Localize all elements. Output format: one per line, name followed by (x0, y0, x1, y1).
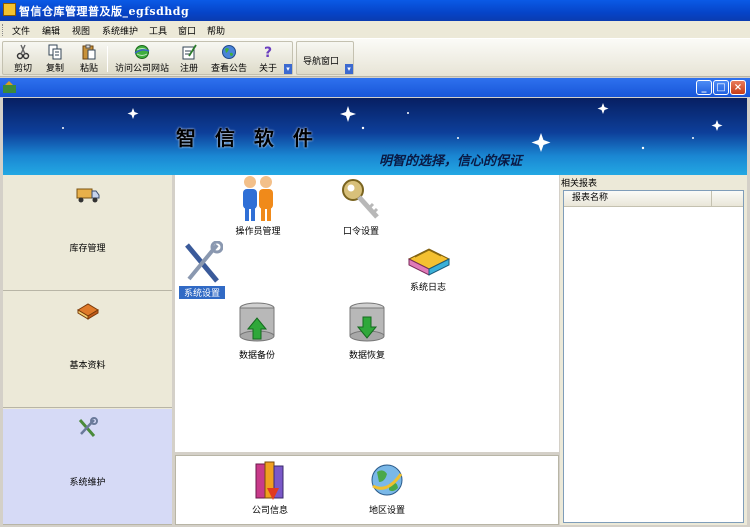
company-books-icon (255, 461, 284, 500)
banner-stars-decoration (62, 103, 723, 152)
related-reports-panel: 相关报表 报表名称 (560, 175, 747, 525)
key-icon (342, 179, 379, 219)
nav-label-system-maintenance: 系统维护 (69, 478, 106, 488)
bottom-icon-panel: 公司信息 地区设置 (175, 455, 559, 525)
operator-management-label: 操作员管理 (235, 227, 281, 237)
web-globe-icon (134, 45, 150, 59)
register-label: 注册 (179, 64, 198, 74)
region-settings-item[interactable]: 地区设置 (362, 460, 412, 516)
password-settings-label: 口令设置 (342, 227, 379, 237)
scissors-icon (16, 44, 30, 60)
window-title: 智信仓库管理普及版_egfsdhdg (19, 5, 190, 18)
cut-button[interactable]: 剪切 (9, 44, 37, 76)
view-announcement-label: 查看公告 (210, 64, 247, 74)
company-info-item[interactable]: 公司信息 (248, 460, 292, 516)
data-restore-label: 数据恢复 (348, 351, 385, 361)
announcement-globe-icon (222, 45, 236, 59)
brand-slogan: 明智的选择，信心的保证 (379, 154, 523, 169)
title-bar: 智信仓库管理普及版_egfsdhdg (0, 0, 750, 21)
toolbar-band-nav: 导航窗口 ▾ (296, 41, 354, 75)
operator-management-item[interactable]: 操作员管理 (227, 175, 289, 237)
register-button[interactable]: 注册 (175, 44, 203, 76)
toolbar-band-main: 剪切 复制 粘贴 访问公司网站 注册 查看公告 ? 关于 ▾ (2, 41, 293, 75)
paste-button[interactable]: 粘贴 (75, 44, 103, 76)
system-settings-item[interactable]: 系统设置 (179, 241, 225, 299)
visit-website-label: 访问公司网站 (114, 64, 169, 74)
system-log-item[interactable]: 系统日志 (403, 241, 453, 293)
company-info-label: 公司信息 (251, 506, 288, 516)
menu-view[interactable]: 视图 (72, 24, 90, 37)
region-globe-icon (371, 464, 403, 496)
menu-file[interactable]: 文件 (12, 24, 30, 37)
wrench-screwdriver-icon (185, 241, 223, 283)
copy-icon (48, 44, 62, 60)
report-name-column[interactable]: 报表名称 (564, 191, 712, 206)
toolbar-nav-chevron-icon[interactable]: ▾ (345, 64, 353, 74)
password-settings-item[interactable]: 口令设置 (335, 177, 387, 237)
tools-icon (78, 417, 98, 437)
mdi-child-bar: _ □ × (0, 78, 750, 97)
log-books-icon (407, 248, 451, 276)
brand-banner: 智 信 软 件 明智的选择，信心的保证 (3, 98, 747, 175)
menu-window[interactable]: 窗口 (178, 24, 196, 37)
data-restore-item[interactable]: 数据恢复 (341, 301, 393, 361)
reports-column-header: 报表名称 (564, 191, 743, 207)
book-icon (77, 303, 99, 320)
reports-listbox[interactable]: 报表名称 (563, 190, 744, 523)
nav-section-system-maintenance[interactable]: 系统维护 (3, 409, 172, 525)
svg-text:?: ? (264, 45, 272, 60)
menu-system-maintenance[interactable]: 系统维护 (102, 24, 138, 37)
app-icon (3, 3, 16, 16)
nav-section-inventory[interactable]: 库存管理 (3, 175, 172, 291)
view-announcement-button[interactable]: 查看公告 (207, 44, 251, 76)
close-button[interactable]: × (730, 80, 746, 95)
left-nav: 库存管理 基本资料 系统维护 (3, 175, 172, 525)
paste-label: 粘贴 (79, 64, 98, 74)
system-log-label: 系统日志 (409, 283, 446, 293)
copy-label: 复制 (45, 64, 64, 74)
menu-tools[interactable]: 工具 (149, 24, 167, 37)
about-button[interactable]: ? 关于 (255, 44, 281, 76)
minimize-button[interactable]: _ (696, 80, 712, 95)
database-restore-icon (349, 302, 385, 342)
visit-website-button[interactable]: 访问公司网站 (113, 44, 171, 76)
menu-grip (2, 24, 5, 36)
help-question-icon: ? (264, 45, 272, 60)
data-backup-label: 数据备份 (238, 351, 275, 361)
main-icon-panel: 操作员管理 口令设置 系统设置 系统日志 数据备份 数据恢复 (175, 175, 559, 452)
nav-label-inventory: 库存管理 (69, 244, 106, 254)
paste-icon (82, 44, 96, 60)
toolbar-separator (107, 46, 108, 72)
truck-icon (76, 188, 100, 203)
cut-label: 剪切 (13, 64, 32, 74)
toolbar: 剪切 复制 粘贴 访问公司网站 注册 查看公告 ? 关于 ▾ 导航窗口 ▾ (0, 39, 750, 77)
copy-button[interactable]: 复制 (41, 44, 69, 76)
operators-icon (243, 176, 273, 221)
toolbar-chevron-icon[interactable]: ▾ (284, 64, 292, 74)
maximize-button[interactable]: □ (713, 80, 729, 95)
related-reports-title: 相关报表 (561, 179, 598, 189)
database-backup-icon (239, 302, 275, 342)
register-icon (182, 44, 197, 60)
brand-name: 智 信 软 件 (176, 126, 319, 150)
nav-window-button[interactable]: 导航窗口 (303, 54, 339, 67)
mdi-window-icon (3, 81, 16, 93)
about-label: 关于 (258, 64, 277, 74)
region-settings-label: 地区设置 (368, 506, 405, 516)
system-settings-label: 系统设置 (179, 286, 225, 299)
data-backup-item[interactable]: 数据备份 (231, 301, 283, 361)
menu-edit[interactable]: 编辑 (42, 24, 60, 37)
menu-help[interactable]: 帮助 (207, 24, 225, 37)
nav-label-basic-data: 基本资料 (69, 361, 106, 371)
nav-section-basic-data[interactable]: 基本资料 (3, 292, 172, 408)
menu-bar: 文件 编辑 视图 系统维护 工具 窗口 帮助 (0, 21, 750, 39)
